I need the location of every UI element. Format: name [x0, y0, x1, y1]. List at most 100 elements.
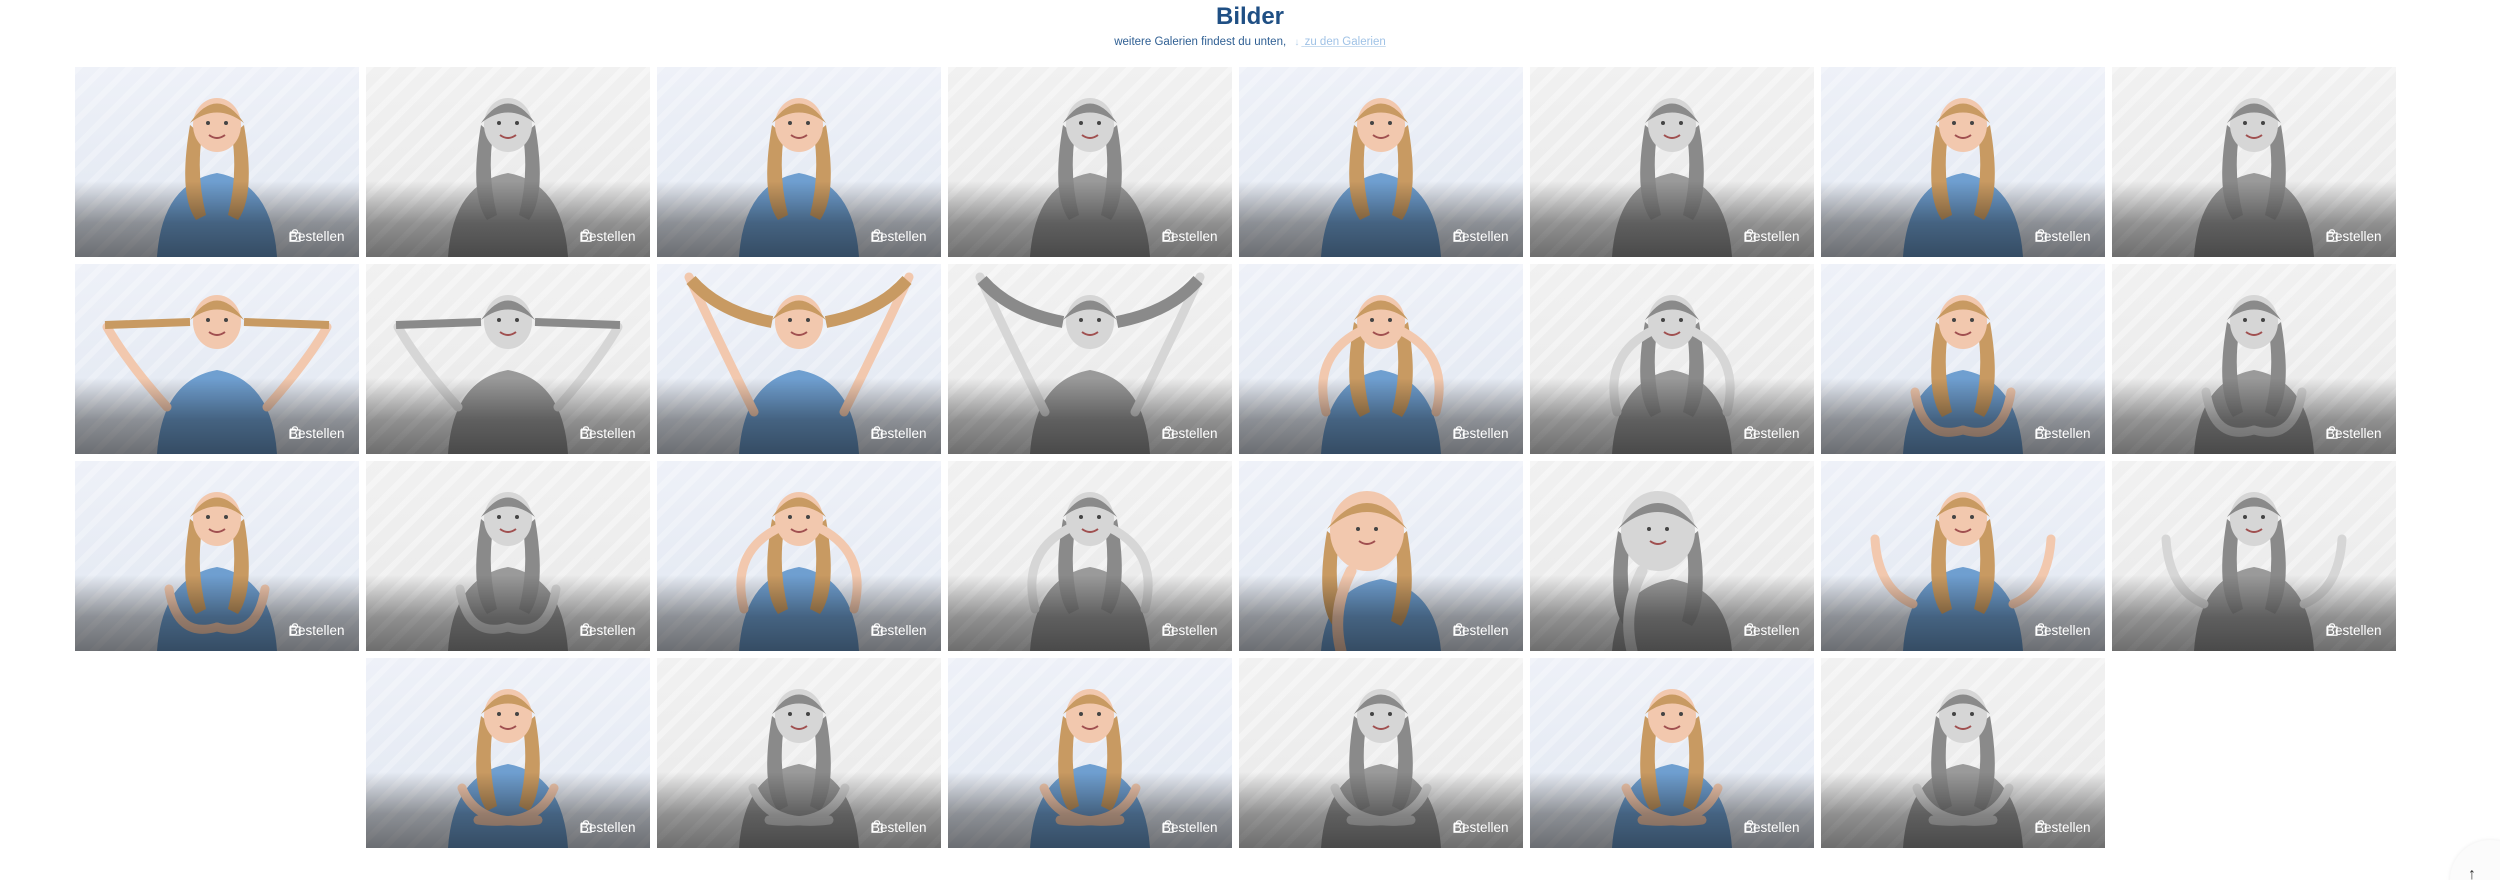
- photo-tile[interactable]: Bestellen: [2111, 264, 2396, 454]
- photo-overlay: [656, 575, 941, 651]
- order-button[interactable]: Bestellen: [1162, 229, 1218, 245]
- order-button[interactable]: Bestellen: [2035, 426, 2091, 442]
- photo-overlay: [74, 378, 359, 454]
- order-button[interactable]: Bestellen: [1453, 820, 1509, 836]
- photo-tile[interactable]: Bestellen: [656, 461, 941, 651]
- photo-tile[interactable]: Bestellen: [1820, 658, 2105, 848]
- photo-grid: Bestellen Bestellen Bestellen Bestellen Best…: [70, 67, 2400, 855]
- order-button[interactable]: Bestellen: [2326, 426, 2382, 442]
- photo-overlay: [947, 772, 1232, 848]
- shopping-bag-icon: [1162, 426, 1174, 439]
- order-button[interactable]: Bestellen: [1453, 623, 1509, 639]
- order-button[interactable]: Bestellen: [289, 426, 345, 442]
- order-button[interactable]: Bestellen: [2035, 820, 2091, 836]
- shopping-bag-icon: [1744, 229, 1756, 242]
- photo-tile[interactable]: Bestellen: [1529, 264, 1814, 454]
- order-button[interactable]: Bestellen: [1453, 229, 1509, 245]
- order-button[interactable]: Bestellen: [289, 229, 345, 245]
- shopping-bag-icon: [289, 229, 301, 242]
- shopping-bag-icon: [1162, 820, 1174, 833]
- order-button[interactable]: Bestellen: [580, 426, 636, 442]
- photo-tile[interactable]: Bestellen: [1238, 461, 1523, 651]
- order-button[interactable]: Bestellen: [2326, 229, 2382, 245]
- photo-overlay: [947, 181, 1232, 257]
- shopping-bag-icon: [1453, 820, 1465, 833]
- photo-overlay: [2111, 181, 2396, 257]
- shopping-bag-icon: [2326, 623, 2338, 636]
- shopping-bag-icon: [1162, 623, 1174, 636]
- order-button[interactable]: Bestellen: [871, 623, 927, 639]
- shopping-bag-icon: [1744, 820, 1756, 833]
- gallery-header: Bilder weitere Galerien findest du unten…: [0, 0, 2500, 50]
- photo-tile[interactable]: Bestellen: [1820, 461, 2105, 651]
- photo-tile[interactable]: Bestellen: [74, 461, 359, 651]
- photo-overlay: [1820, 772, 2105, 848]
- photo-tile[interactable]: Bestellen: [1529, 461, 1814, 651]
- photo-tile[interactable]: Bestellen: [1820, 67, 2105, 257]
- photo-overlay: [1529, 575, 1814, 651]
- order-button[interactable]: Bestellen: [1162, 820, 1218, 836]
- photo-tile[interactable]: Bestellen: [656, 658, 941, 848]
- photo-overlay: [1529, 378, 1814, 454]
- photo-tile[interactable]: Bestellen: [656, 67, 941, 257]
- photo-overlay: [365, 575, 650, 651]
- order-button[interactable]: Bestellen: [1162, 623, 1218, 639]
- photo-tile[interactable]: Bestellen: [1238, 264, 1523, 454]
- photo-tile[interactable]: Bestellen: [2111, 67, 2396, 257]
- photo-overlay: [1529, 772, 1814, 848]
- shopping-bag-icon: [580, 229, 592, 242]
- photo-overlay: [1820, 378, 2105, 454]
- scroll-to-top-button[interactable]: ↑: [2450, 840, 2500, 880]
- photo-tile[interactable]: Bestellen: [74, 264, 359, 454]
- arrow-up-icon: ↑: [2468, 866, 2476, 880]
- order-button[interactable]: Bestellen: [1744, 820, 1800, 836]
- order-button[interactable]: Bestellen: [871, 820, 927, 836]
- order-button[interactable]: Bestellen: [2035, 229, 2091, 245]
- gallery-page: Bilder weitere Galerien findest du unten…: [0, 0, 2500, 880]
- shopping-bag-icon: [580, 623, 592, 636]
- photo-tile[interactable]: Bestellen: [1529, 658, 1814, 848]
- to-galleries-link[interactable]: ↓ zu den Galerien: [1294, 36, 1385, 48]
- photo-tile[interactable]: Bestellen: [1238, 67, 1523, 257]
- order-button[interactable]: Bestellen: [1162, 426, 1218, 442]
- order-button[interactable]: Bestellen: [871, 426, 927, 442]
- photo-tile[interactable]: Bestellen: [74, 67, 359, 257]
- shopping-bag-icon: [1744, 426, 1756, 439]
- photo-tile[interactable]: Bestellen: [365, 658, 650, 848]
- order-button[interactable]: Bestellen: [1453, 426, 1509, 442]
- photo-tile[interactable]: Bestellen: [2111, 461, 2396, 651]
- order-button[interactable]: Bestellen: [1744, 229, 1800, 245]
- photo-tile[interactable]: Bestellen: [365, 264, 650, 454]
- shopping-bag-icon: [289, 623, 301, 636]
- shopping-bag-icon: [289, 426, 301, 439]
- shopping-bag-icon: [871, 229, 883, 242]
- photo-tile[interactable]: Bestellen: [947, 264, 1232, 454]
- order-button[interactable]: Bestellen: [580, 229, 636, 245]
- photo-overlay: [1238, 378, 1523, 454]
- photo-tile[interactable]: Bestellen: [1820, 264, 2105, 454]
- order-button[interactable]: Bestellen: [289, 623, 345, 639]
- photo-overlay: [656, 378, 941, 454]
- shopping-bag-icon: [2035, 229, 2047, 242]
- photo-overlay: [74, 181, 359, 257]
- order-button[interactable]: Bestellen: [871, 229, 927, 245]
- photo-tile[interactable]: Bestellen: [365, 461, 650, 651]
- order-button[interactable]: Bestellen: [2035, 623, 2091, 639]
- photo-tile[interactable]: Bestellen: [947, 658, 1232, 848]
- order-button[interactable]: Bestellen: [580, 820, 636, 836]
- shopping-bag-icon: [2035, 820, 2047, 833]
- gallery-subtitle: weitere Galerien findest du unten, ↓ zu …: [0, 35, 2500, 50]
- photo-tile[interactable]: Bestellen: [947, 67, 1232, 257]
- order-button[interactable]: Bestellen: [1744, 426, 1800, 442]
- photo-overlay: [656, 181, 941, 257]
- photo-tile[interactable]: Bestellen: [947, 461, 1232, 651]
- photo-tile[interactable]: Bestellen: [1238, 658, 1523, 848]
- order-button[interactable]: Bestellen: [2326, 623, 2382, 639]
- order-button[interactable]: Bestellen: [1744, 623, 1800, 639]
- photo-tile[interactable]: Bestellen: [656, 264, 941, 454]
- order-button[interactable]: Bestellen: [580, 623, 636, 639]
- photo-tile[interactable]: Bestellen: [1529, 67, 1814, 257]
- photo-overlay: [2111, 378, 2396, 454]
- photo-overlay: [365, 181, 650, 257]
- photo-tile[interactable]: Bestellen: [365, 67, 650, 257]
